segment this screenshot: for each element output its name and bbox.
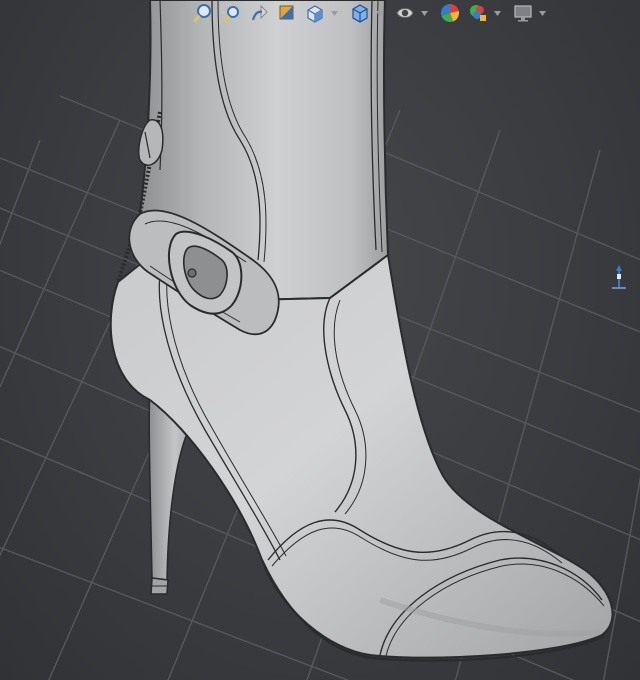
zoom-to-fit-button[interactable]	[190, 1, 216, 25]
edit-appearance-button[interactable]	[437, 1, 463, 25]
display-style-icon	[352, 4, 368, 23]
chevron-down-icon	[331, 10, 338, 16]
zoom-to-area-button[interactable]	[218, 1, 244, 25]
zoom-to-area-icon	[221, 3, 239, 23]
edit-appearance-icon	[440, 3, 460, 23]
model-scene[interactable]	[0, 0, 640, 680]
apply-scene-button[interactable]	[465, 1, 491, 25]
apply-scene-menu-caret[interactable]	[493, 1, 502, 25]
view-settings-button[interactable]	[510, 1, 536, 25]
previous-view-icon	[251, 4, 268, 21]
graphics-viewport[interactable]	[0, 0, 640, 680]
view-orientation-menu-caret[interactable]	[330, 1, 339, 25]
hide-show-items-menu-caret[interactable]	[420, 1, 429, 25]
chevron-down-icon	[539, 10, 546, 16]
heads-up-view-toolbar	[190, 0, 547, 26]
section-view-button[interactable]	[274, 1, 300, 25]
view-settings-menu-caret[interactable]	[538, 1, 547, 25]
hide-show-items-icon	[396, 8, 414, 18]
chevron-down-icon	[421, 10, 428, 16]
boot-foot	[109, 238, 614, 662]
section-view-icon	[279, 5, 294, 20]
reference-triad-icon	[612, 265, 626, 289]
chevron-down-icon	[494, 10, 501, 16]
display-style-button[interactable]	[347, 1, 373, 25]
chevron-down-icon	[376, 10, 383, 16]
previous-view-button[interactable]	[246, 1, 272, 25]
view-orientation-icon	[307, 5, 323, 23]
zoom-to-fit-icon	[193, 4, 211, 23]
apply-scene-icon	[470, 5, 486, 21]
hide-show-items-button[interactable]	[392, 1, 418, 25]
display-style-menu-caret[interactable]	[375, 1, 384, 25]
monitor-icon	[514, 5, 532, 22]
view-orientation-button[interactable]	[302, 1, 328, 25]
